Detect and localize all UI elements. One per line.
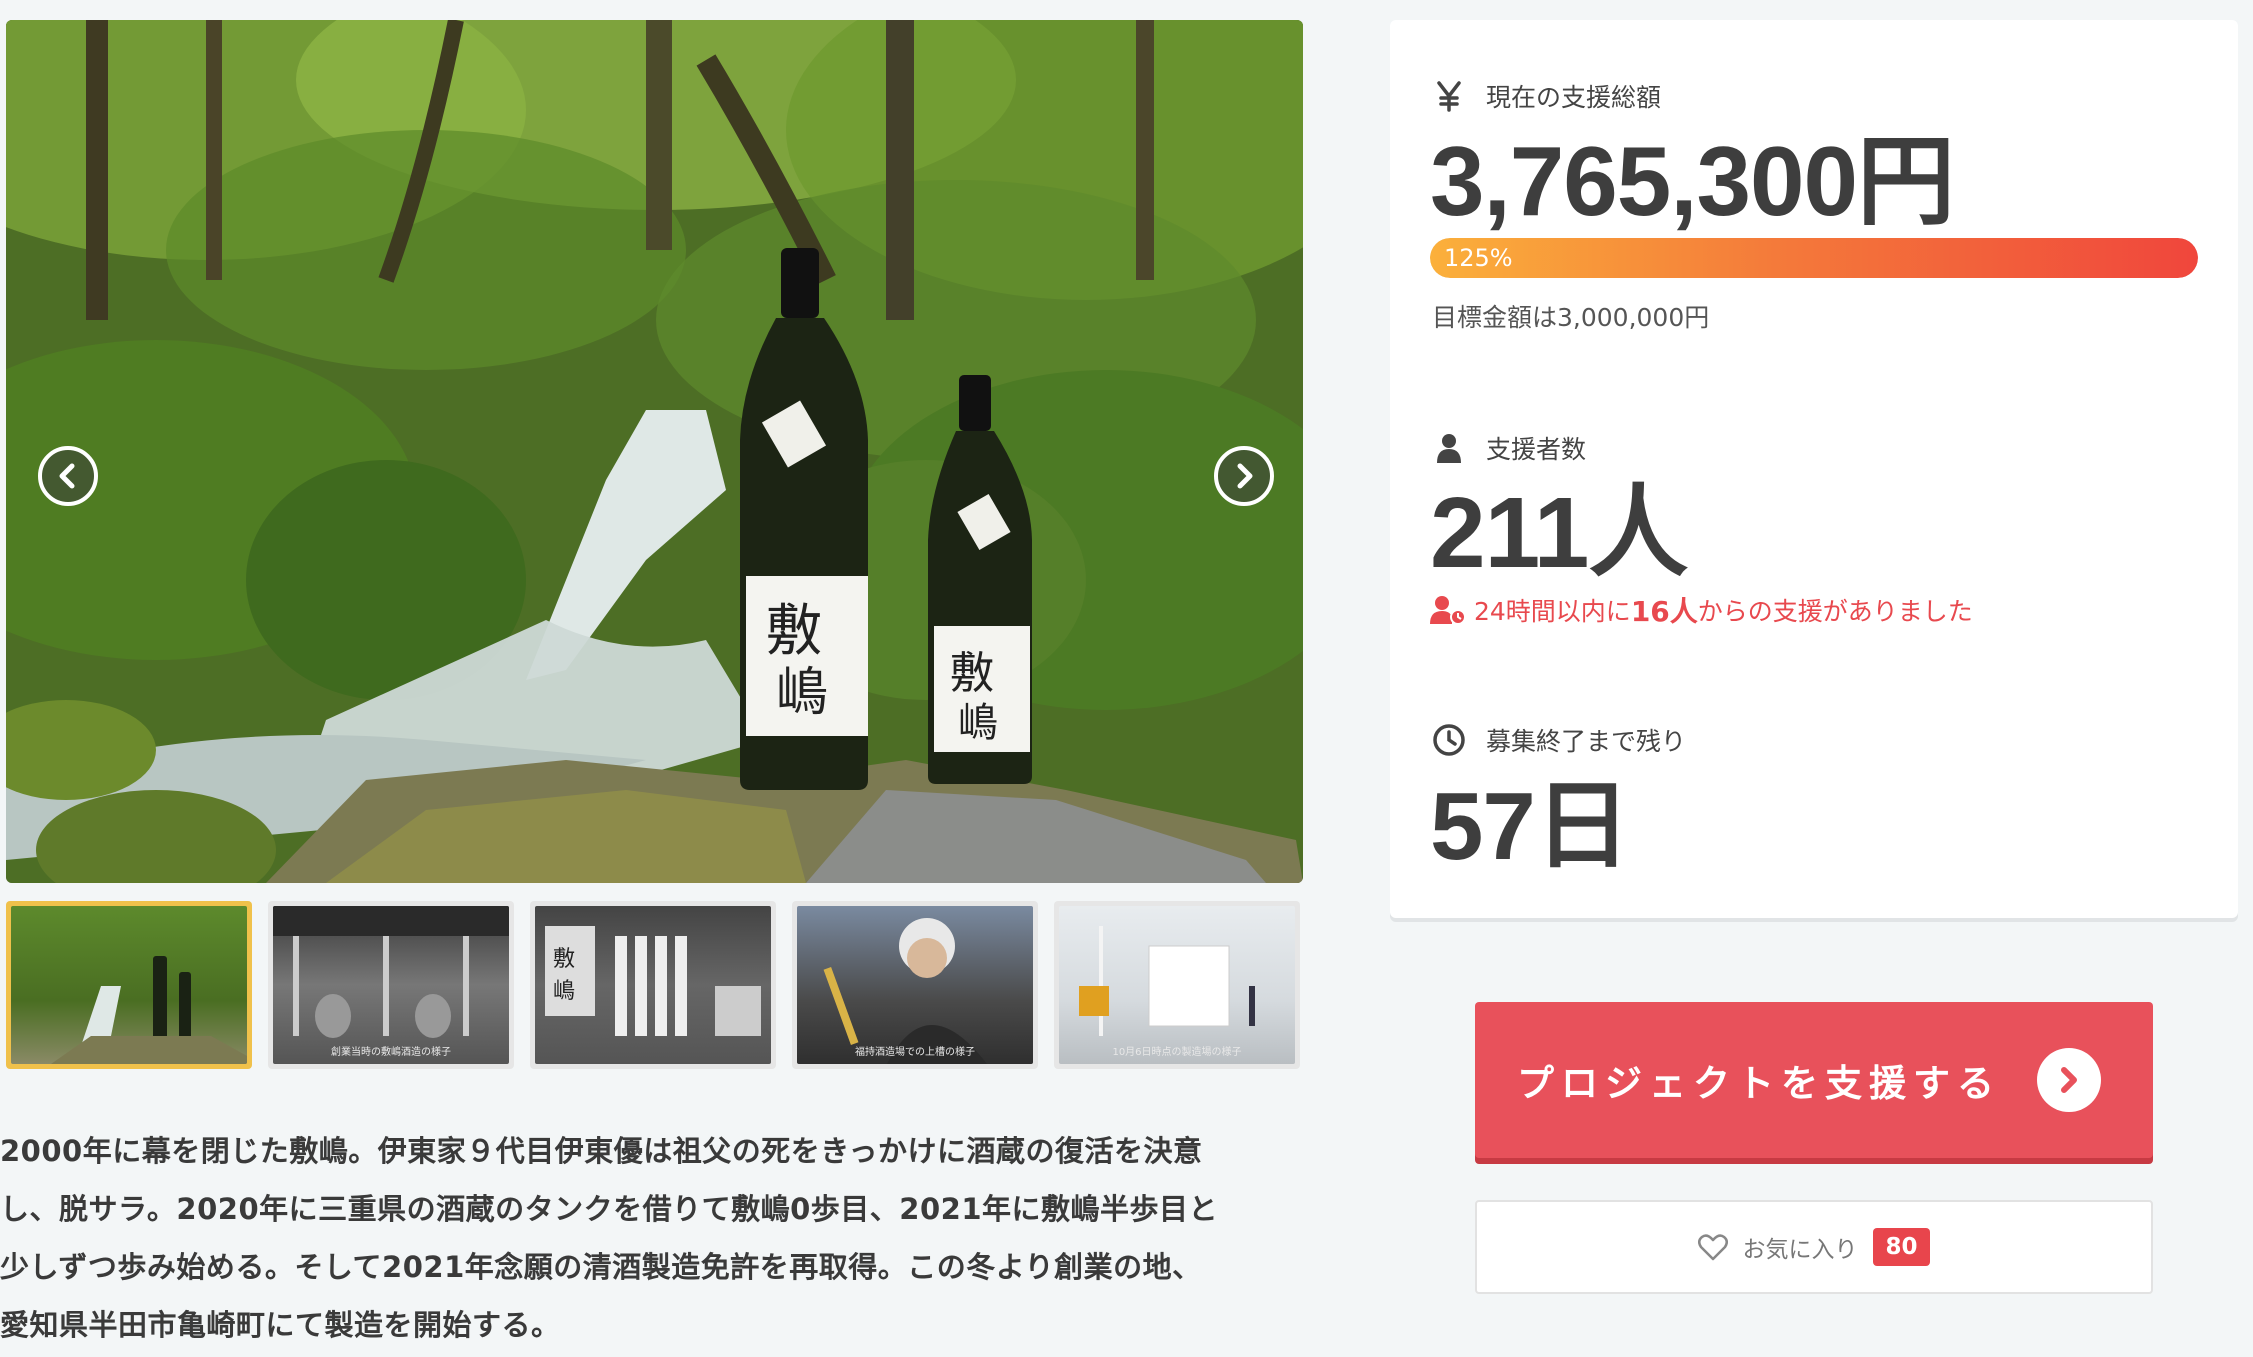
thumbnail-factory-photo (1079, 926, 1255, 1036)
project-main-image: 敷 嶋 敷 嶋 (6, 20, 1303, 883)
svg-text:嶋: 嶋 (958, 700, 998, 746)
chevron-right-icon (1237, 463, 1253, 489)
thumbnail-bottles-photo: 敷 嶋 (545, 926, 761, 1036)
thumbnail-2[interactable]: 創業当時の敷嶋酒造の様子 (268, 901, 514, 1069)
forest-waterfall-photo: 敷 嶋 敷 嶋 (6, 20, 1303, 883)
progress-fill: 125% (1430, 238, 2198, 278)
svg-text:嶋: 嶋 (553, 979, 575, 1004)
user-icon (1432, 433, 1466, 463)
thumbnail-forest-image (51, 956, 247, 1064)
amount-label-row: 現在の支援総額 (1432, 78, 1661, 114)
thumbnail-strip: 創業当時の敷嶋酒造の様子 敷 嶋 福持酒造場での上槽の様子 10月6日時点の製造… (6, 901, 1303, 1069)
carousel-next-button[interactable] (1214, 446, 1274, 506)
thumbnail-caption: 10月6日時点の製造場の様子 (1112, 1047, 1242, 1058)
favorite-button[interactable]: お気に入り 80 (1475, 1200, 2153, 1294)
favorite-count-badge: 80 (1873, 1228, 1930, 1266)
project-description: 2000年に幕を閉じた敷嶋。伊東家９代目伊東優は祖父の死をきっかけに酒蔵の復活を… (0, 1122, 1300, 1354)
supporters-label-row: 支援者数 (1432, 430, 1586, 466)
svg-text:敷: 敷 (950, 648, 994, 699)
support-button-label: プロジェクトを支援する (1517, 1062, 2001, 1105)
yen-icon (1432, 80, 1466, 112)
amount-value: 3,765,300円 (1430, 126, 1955, 236)
thumbnail-5[interactable]: 10月6日時点の製造場の様子 (1054, 901, 1300, 1069)
svg-text:敷: 敷 (766, 599, 822, 664)
support-project-button[interactable]: プロジェクトを支援する (1475, 1002, 2153, 1158)
thumbnail-1[interactable] (6, 901, 252, 1069)
chevron-left-icon (59, 463, 75, 489)
clock-icon (1432, 723, 1466, 757)
funding-progress-bar: 125% (1430, 238, 2198, 278)
remaining-value: 57日 (1430, 773, 1631, 880)
recent-count: 16人 (1630, 595, 1698, 628)
description-line: し、脱サラ。2020年に三重県の酒蔵のタンクを借りて敷嶋0歩目、2021年に敷嶋… (0, 1192, 1219, 1226)
supporters-label: 支援者数 (1486, 435, 1587, 464)
favorite-label: お気に入り (1742, 1237, 1858, 1263)
heart-icon (1698, 1233, 1729, 1261)
remaining-label-row: 募集終了まで残り (1432, 722, 1686, 758)
description-line: 少しずつ歩み始める。そして2021年念願の清酒製造免許を再取得。この冬より創業の… (0, 1250, 1202, 1284)
progress-percent: 125% (1444, 244, 1513, 272)
thumbnail-brewer-photo (823, 918, 987, 1064)
svg-text:敷: 敷 (553, 947, 575, 972)
user-clock-icon (1430, 595, 1466, 625)
svg-text:嶋: 嶋 (776, 663, 828, 723)
recent-supporters-notice: 24時間以内に 16人 からの支援がありました (1430, 590, 1973, 630)
recent-prefix: 24時間以内に (1474, 597, 1631, 626)
remaining-label: 募集終了まで残り (1486, 727, 1687, 756)
funding-stats-card: 現在の支援総額 3,765,300円 125% 目標金額は3,000,000円 … (1390, 20, 2238, 918)
thumbnail-4[interactable]: 福持酒造場での上槽の様子 (792, 901, 1038, 1069)
description-line: 2000年に幕を閉じた敷嶋。伊東家９代目伊東優は祖父の死をきっかけに酒蔵の復活を… (0, 1134, 1203, 1168)
thumbnail-3[interactable]: 敷 嶋 (530, 901, 776, 1069)
supporters-value: 211人 (1430, 477, 1688, 589)
arrow-right-circle-icon (2037, 1048, 2101, 1112)
thumbnail-brewery-photo (273, 906, 509, 1038)
goal-amount: 目標金額は3,000,000円 (1432, 303, 1710, 332)
thumbnail-caption: 福持酒造場での上槽の様子 (855, 1047, 975, 1058)
amount-label: 現在の支援総額 (1486, 83, 1662, 112)
carousel-prev-button[interactable] (38, 446, 98, 506)
recent-suffix: からの支援がありました (1697, 597, 1973, 626)
thumbnail-caption: 創業当時の敷嶋酒造の様子 (331, 1047, 451, 1058)
description-line: 愛知県半田市亀崎町にて製造を開始する。 (0, 1308, 561, 1342)
